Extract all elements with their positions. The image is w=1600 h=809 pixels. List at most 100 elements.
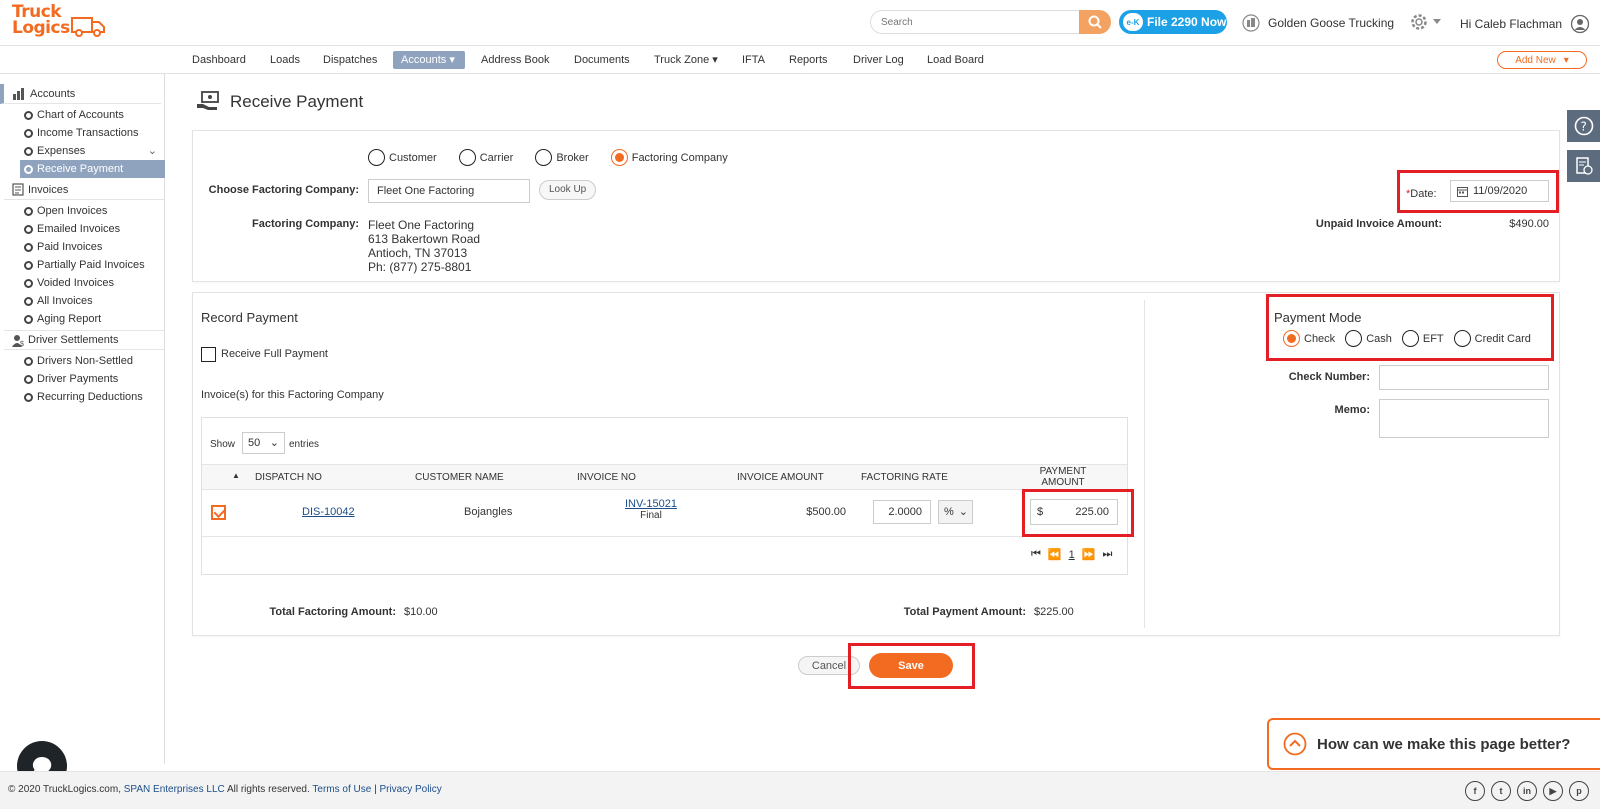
sidebar-item-driver-payments[interactable]: Driver Payments (20, 370, 165, 388)
col-invoice-no[interactable]: INVOICE NO (577, 472, 636, 483)
avatar-icon (1570, 14, 1590, 34)
privacy-link[interactable]: Privacy Policy (379, 784, 441, 795)
nav-reports[interactable]: Reports (781, 51, 836, 69)
sidebar-item-voided-invoices[interactable]: Voided Invoices (20, 274, 165, 292)
terms-link[interactable]: Terms of Use (312, 784, 371, 795)
invoice-table: Show 50 ⌄ entries ▲ DISPATCH NO CUSTOMER … (201, 417, 1128, 575)
radio-factoring-company[interactable]: Factoring Company (610, 149, 728, 166)
circle-icon (24, 206, 33, 216)
truck-icon (71, 17, 105, 37)
nav-loads[interactable]: Loads (262, 51, 308, 69)
sidebar-section-invoices[interactable]: Invoices (4, 180, 165, 200)
circle-icon (24, 146, 33, 156)
sidebar-item-aging-report[interactable]: Aging Report (20, 310, 165, 328)
sidebar-item-partially-paid-invoices[interactable]: Partially Paid Invoices (20, 256, 165, 274)
sidebar-item-emailed-invoices[interactable]: Emailed Invoices (20, 220, 165, 238)
sidebar-item-income-transactions[interactable]: Income Transactions (20, 124, 165, 142)
sidebar-section-accounts[interactable]: Accounts (0, 84, 161, 104)
col-payment-amount[interactable]: PAYMENT AMOUNT (1035, 466, 1091, 488)
radio-circle (458, 149, 476, 166)
trucklogics-logo[interactable]: Truck Logics (12, 4, 105, 42)
last-page-icon[interactable]: ⏭ (1102, 548, 1112, 561)
youtube-icon[interactable]: ▶ (1543, 781, 1563, 801)
first-page-icon[interactable]: ⏮ (1031, 548, 1041, 561)
clipboard-clock-icon (1575, 157, 1593, 175)
sidebar-item-label: Open Invoices (37, 205, 108, 217)
factoring-company-label: Factoring Company: (252, 218, 359, 230)
entries-select[interactable]: 50 ⌄ (242, 432, 285, 454)
chevron-down-icon: ⌄ (269, 437, 279, 449)
nav-dashboard[interactable]: Dashboard (184, 51, 254, 69)
divider (1144, 300, 1145, 628)
sidebar-item-open-invoices[interactable]: Open Invoices (20, 202, 165, 220)
nav-ifta[interactable]: IFTA (734, 51, 773, 69)
pinterest-icon[interactable]: p (1569, 781, 1589, 801)
circle-icon (24, 356, 33, 366)
radio-customer[interactable]: Customer (368, 149, 437, 166)
nav-documents[interactable]: Documents (566, 51, 638, 69)
radio-circle (368, 149, 385, 166)
receive-full-payment-label: Receive Full Payment (221, 348, 328, 360)
invoice-link[interactable]: INV-15021 (624, 498, 678, 510)
radio-carrier[interactable]: Carrier (458, 149, 514, 166)
sidebar-section-driver-settlements[interactable]: $ Driver Settlements (4, 330, 165, 350)
nav-truck-zone[interactable]: Truck Zone ▾ (646, 51, 726, 69)
sidebar-item-recurring-deductions[interactable]: Recurring Deductions (20, 388, 165, 406)
company-name: Golden Goose Trucking (1268, 16, 1395, 30)
sort-asc-icon[interactable]: ▲ (232, 471, 240, 480)
radio-label: Carrier (479, 151, 514, 164)
facebook-icon[interactable]: f (1465, 781, 1485, 801)
nav-load-board[interactable]: Load Board (919, 51, 992, 69)
radio-broker[interactable]: Broker (535, 149, 589, 166)
sidebar-item-chart-of-accounts[interactable]: Chart of Accounts (20, 106, 165, 124)
check-number-label: Check Number: (1288, 371, 1370, 383)
look-up-button[interactable]: Look Up (539, 180, 597, 200)
company-switcher[interactable]: Golden Goose Trucking (1242, 14, 1394, 32)
col-dispatch-no[interactable]: DISPATCH NO (255, 472, 322, 483)
factoring-rate-input[interactable]: 2.0000 (873, 500, 931, 524)
page-number[interactable]: 1 (1069, 549, 1075, 561)
entries-value: 50 (248, 437, 261, 449)
rate-unit-select[interactable]: % ⌄ (938, 500, 973, 524)
col-factoring-rate[interactable]: FACTORING RATE (861, 472, 948, 483)
nav-accounts[interactable]: Accounts ▾ (393, 51, 465, 69)
nav-driver-log[interactable]: Driver Log (845, 51, 912, 69)
factoring-company-input[interactable]: Fleet One Factoring (368, 179, 530, 203)
feedback-widget[interactable]: How can we make this page better? (1267, 718, 1600, 770)
sidebar-item-label: Aging Report (37, 313, 102, 325)
search-input[interactable] (870, 10, 1080, 34)
sidebar-item-paid-invoices[interactable]: Paid Invoices (20, 238, 165, 256)
col-invoice-amount[interactable]: INVOICE AMOUNT (737, 472, 824, 483)
settings-menu[interactable] (1409, 12, 1443, 32)
memo-textarea[interactable] (1379, 399, 1549, 438)
add-new-button[interactable]: Add New ▾ (1497, 51, 1587, 69)
sidebar-item-drivers-non-settled[interactable]: Drivers Non-Settled (20, 352, 165, 370)
twitter-icon[interactable]: t (1491, 781, 1511, 801)
user-menu[interactable]: Hi Caleb Flachman (1460, 14, 1590, 34)
sidebar-item-expenses[interactable]: Expenses ⌄ (20, 142, 165, 160)
receive-full-payment-checkbox[interactable] (201, 347, 216, 362)
show-label: Show (210, 439, 236, 450)
pagination: ⏮ ⏪ 1 ⏩ ⏭ (1031, 548, 1112, 561)
sidebar-item-receive-payment[interactable]: Receive Payment (20, 160, 165, 178)
check-number-input[interactable] (1379, 365, 1549, 390)
sidebar-item-all-invoices[interactable]: All Invoices (20, 292, 165, 310)
nav-dispatches[interactable]: Dispatches (315, 51, 385, 69)
linkedin-icon[interactable]: in (1517, 781, 1537, 801)
activity-log-tab[interactable] (1567, 150, 1600, 182)
help-tab[interactable]: ? (1567, 110, 1600, 142)
span-link[interactable]: SPAN Enterprises LLC (124, 784, 225, 795)
chevron-down-icon: ⌄ (147, 145, 157, 157)
radio-circle-selected (610, 149, 628, 166)
sidebar-item-label: Drivers Non-Settled (37, 355, 133, 367)
sidebar-item-label: Voided Invoices (37, 277, 115, 289)
dispatch-link[interactable]: DIS-10042 (302, 506, 355, 518)
row-checkbox[interactable] (211, 505, 226, 520)
file-2290-button[interactable]: e-K File 2290 Now (1119, 10, 1227, 34)
nav-address-book[interactable]: Address Book (473, 51, 557, 69)
prev-page-icon[interactable]: ⏪ (1048, 548, 1062, 561)
search-button[interactable] (1079, 10, 1111, 34)
file-2290-label: File 2290 Now (1147, 15, 1227, 29)
next-page-icon[interactable]: ⏩ (1082, 548, 1096, 561)
col-customer-name[interactable]: CUSTOMER NAME (415, 472, 504, 483)
